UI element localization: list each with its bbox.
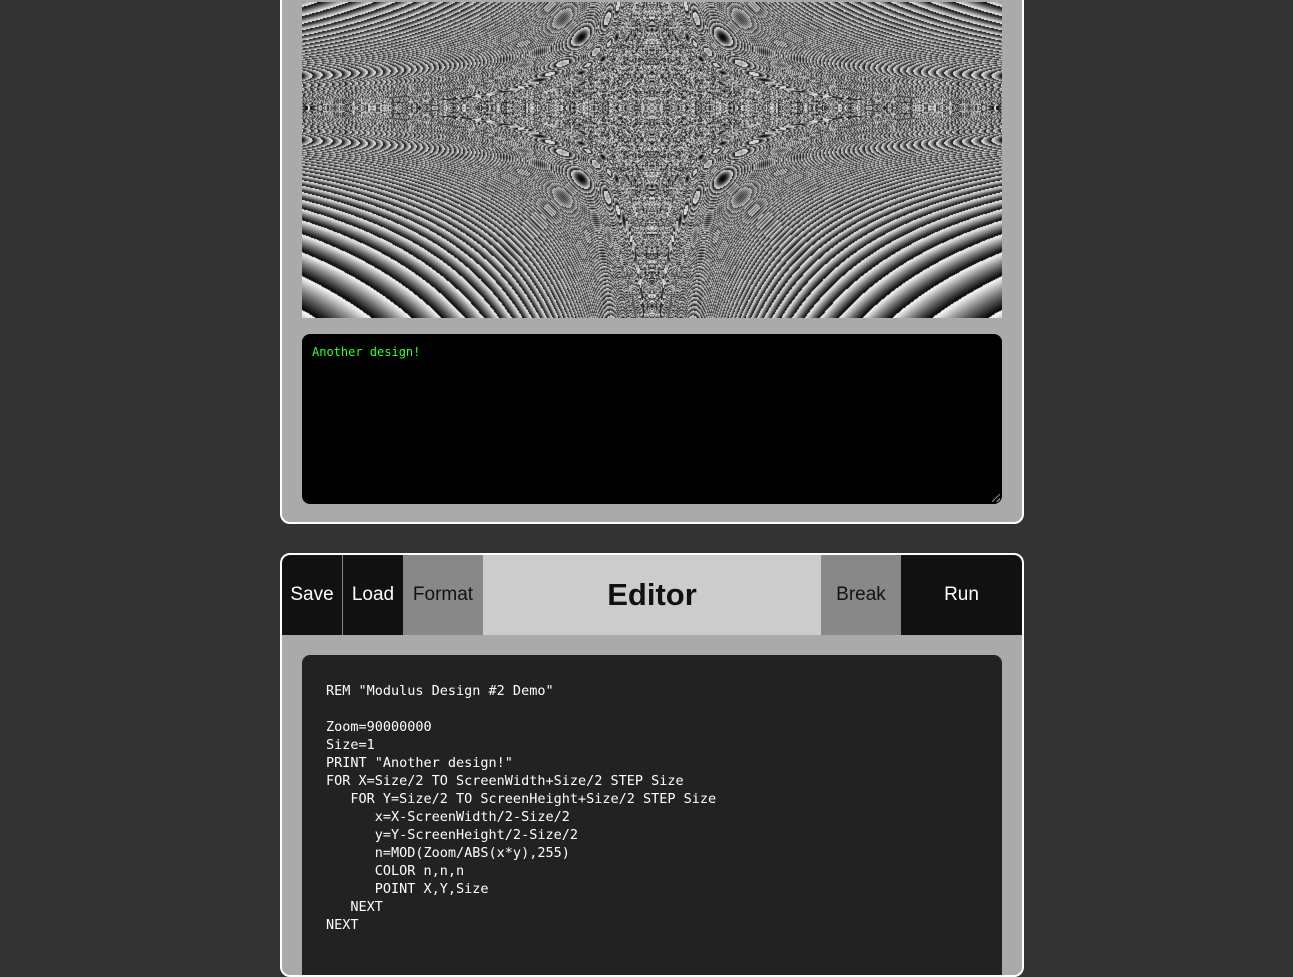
code-line[interactable] — [326, 700, 978, 718]
code-line[interactable]: POINT X,Y,Size — [326, 880, 978, 898]
graphics-canvas — [302, 2, 1002, 318]
format-button[interactable]: Format — [403, 555, 483, 635]
save-button[interactable]: Save — [282, 555, 343, 635]
code-line[interactable]: NEXT — [326, 916, 978, 934]
modulus-design-render — [302, 2, 1002, 318]
console-output[interactable]: Another design! — [302, 334, 1002, 504]
resize-handle-icon[interactable] — [992, 494, 1000, 502]
editor-panel: Save Load Format Editor Break Run REM "M… — [280, 553, 1024, 977]
load-button[interactable]: Load — [343, 555, 403, 635]
code-line[interactable]: REM "Modulus Design #2 Demo" — [326, 682, 978, 700]
code-line[interactable]: COLOR n,n,n — [326, 862, 978, 880]
code-line[interactable]: FOR X=Size/2 TO ScreenWidth+Size/2 STEP … — [326, 772, 978, 790]
editor-title: Editor — [483, 555, 821, 635]
run-button[interactable]: Run — [901, 555, 1022, 635]
code-line[interactable]: PRINT "Another design!" — [326, 754, 978, 772]
code-line[interactable]: Zoom=90000000 — [326, 718, 978, 736]
output-panel: Another design! — [280, 0, 1024, 524]
code-editor[interactable]: REM "Modulus Design #2 Demo" Zoom=9000000… — [302, 655, 1002, 975]
code-line[interactable]: x=X-ScreenWidth/2-Size/2 — [326, 808, 978, 826]
code-line[interactable]: NEXT — [326, 898, 978, 916]
break-button[interactable]: Break — [821, 555, 901, 635]
code-line[interactable]: Size=1 — [326, 736, 978, 754]
code-line[interactable]: n=MOD(Zoom/ABS(x*y),255) — [326, 844, 978, 862]
console-text: Another design! — [312, 345, 421, 359]
code-line[interactable]: y=Y-ScreenHeight/2-Size/2 — [326, 826, 978, 844]
editor-toolbar: Save Load Format Editor Break Run — [282, 555, 1022, 635]
code-line[interactable]: FOR Y=Size/2 TO ScreenHeight+Size/2 STEP… — [326, 790, 978, 808]
